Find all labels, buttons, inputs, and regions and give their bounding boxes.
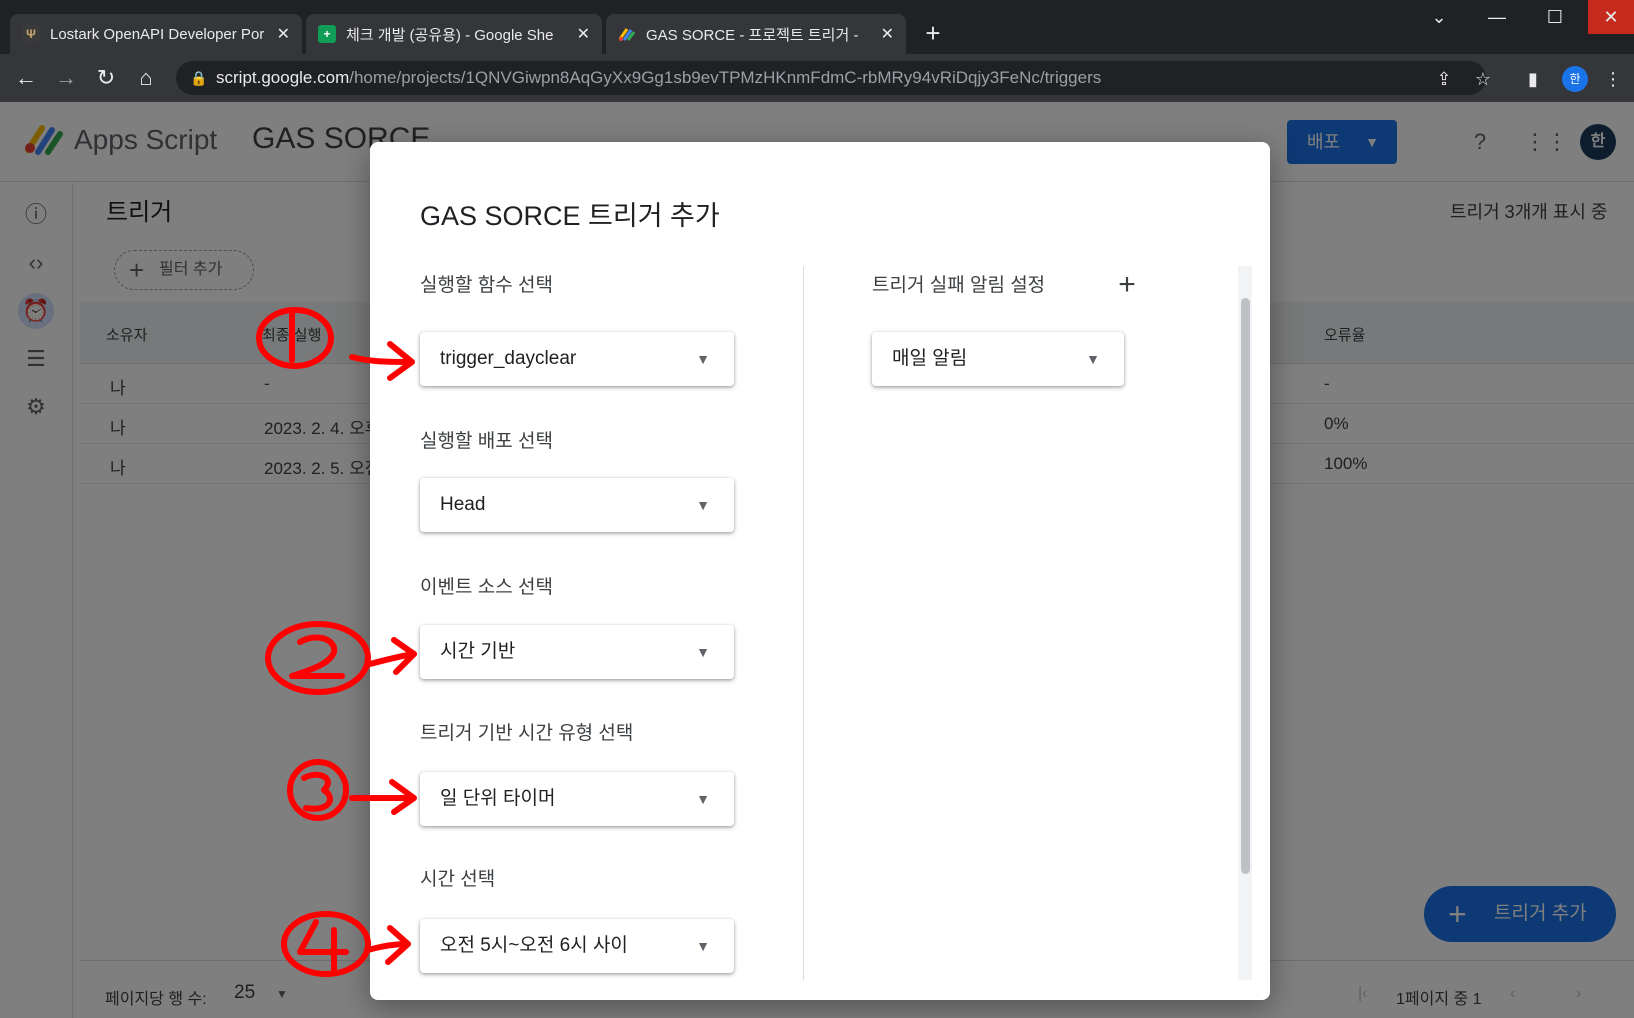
time-type-select[interactable]: 일 단위 타이머 ▼ — [420, 772, 734, 826]
dialog-title: GAS SORCE 트리거 추가 — [420, 201, 720, 231]
sheets-favicon-icon: + — [318, 25, 336, 43]
event-source-label: 이벤트 소스 선택 — [420, 577, 553, 598]
tab-title: 체크 개발 (공유용) - Google She — [346, 26, 554, 44]
maximize-icon[interactable]: ☐ — [1532, 0, 1578, 34]
caret-down-icon: ▼ — [696, 644, 710, 660]
tab-search-chevron-icon[interactable]: ⌄ — [1416, 0, 1462, 34]
time-type-label: 트리거 기반 시간 유형 선택 — [420, 723, 634, 744]
browser-tab[interactable]: Ψ Lostark OpenAPI Developer Por ✕ — [10, 14, 302, 54]
failure-notification-value: 매일 알림 — [892, 348, 968, 369]
time-type-value: 일 단위 타이머 — [440, 788, 556, 809]
close-icon[interactable]: ✕ — [881, 24, 894, 44]
failure-notification-label: 트리거 실패 알림 설정 — [872, 275, 1046, 296]
time-label: 시간 선택 — [420, 869, 496, 890]
event-source-value: 시간 기반 — [440, 641, 516, 662]
event-source-select[interactable]: 시간 기반 ▼ — [420, 625, 734, 679]
side-panel-icon[interactable]: ▮ — [1520, 66, 1546, 92]
tab-title: Lostark OpenAPI Developer Por — [50, 25, 265, 43]
url-path: /home/projects/1QNVGiwpn8AqGyXx9Gg1sb9ev… — [349, 68, 1102, 87]
caret-down-icon: ▼ — [696, 497, 710, 513]
time-value: 오전 5시~오전 6시 사이 — [440, 935, 628, 956]
failure-notification-select[interactable]: 매일 알림 ▼ — [872, 332, 1124, 386]
reload-icon[interactable]: ↻ — [92, 64, 120, 92]
function-select[interactable]: trigger_dayclear ▼ — [420, 332, 734, 386]
caret-down-icon: ▼ — [696, 791, 710, 807]
add-notification-plus-icon[interactable]: + — [1112, 270, 1142, 300]
close-icon[interactable]: ✕ — [277, 24, 290, 44]
lock-icon: 🔒 — [190, 70, 208, 86]
window-close-icon[interactable]: ✕ — [1588, 0, 1634, 34]
scrollbar-thumb[interactable] — [1241, 298, 1250, 874]
caret-down-icon: ▼ — [696, 351, 710, 367]
close-icon[interactable]: ✕ — [577, 24, 590, 44]
lostark-favicon-icon: Ψ — [22, 25, 40, 43]
add-trigger-dialog: GAS SORCE 트리거 추가 실행할 함수 선택 trigger_daycl… — [370, 142, 1270, 1000]
home-icon[interactable]: ⌂ — [132, 64, 160, 92]
back-arrow-icon[interactable]: ← — [12, 64, 40, 92]
browser-tab-active[interactable]: GAS SORCE - 프로젝트 트리거 - ✕ — [606, 14, 906, 54]
address-toolbar: ← → ↻ ⌂ 🔒 script.google.com/home/project… — [0, 54, 1634, 102]
caret-down-icon: ▼ — [1086, 351, 1100, 367]
url-host: script.google.com — [216, 68, 350, 87]
function-label: 실행할 함수 선택 — [420, 275, 553, 296]
browser-tab-strip: Ψ Lostark OpenAPI Developer Por ✕ + 체크 개… — [0, 0, 1634, 54]
share-icon[interactable]: ⇪ — [1431, 66, 1457, 92]
forward-arrow-icon[interactable]: → — [52, 64, 80, 92]
new-tab-button[interactable]: + — [918, 18, 948, 48]
caret-down-icon: ▼ — [696, 938, 710, 954]
function-value: trigger_dayclear — [440, 348, 577, 369]
bookmark-star-icon[interactable]: ☆ — [1470, 66, 1496, 92]
deployment-select[interactable]: Head ▼ — [420, 478, 734, 532]
column-divider — [803, 266, 804, 980]
apps-script-favicon-icon — [618, 25, 636, 43]
minimize-icon[interactable]: — — [1474, 0, 1520, 34]
tab-title: GAS SORCE - 프로젝트 트리거 - — [646, 26, 859, 44]
browser-tab[interactable]: + 체크 개발 (공유용) - Google She ✕ — [306, 14, 602, 54]
url-field[interactable]: 🔒 script.google.com/home/projects/1QNVGi… — [176, 61, 1486, 95]
deployment-label: 실행할 배포 선택 — [420, 431, 553, 452]
time-select[interactable]: 오전 5시~오전 6시 사이 ▼ — [420, 919, 734, 973]
browser-menu-icon[interactable]: ⋮ — [1600, 66, 1626, 92]
browser-profile-avatar[interactable]: 한 — [1562, 66, 1588, 92]
deployment-value: Head — [440, 494, 486, 515]
